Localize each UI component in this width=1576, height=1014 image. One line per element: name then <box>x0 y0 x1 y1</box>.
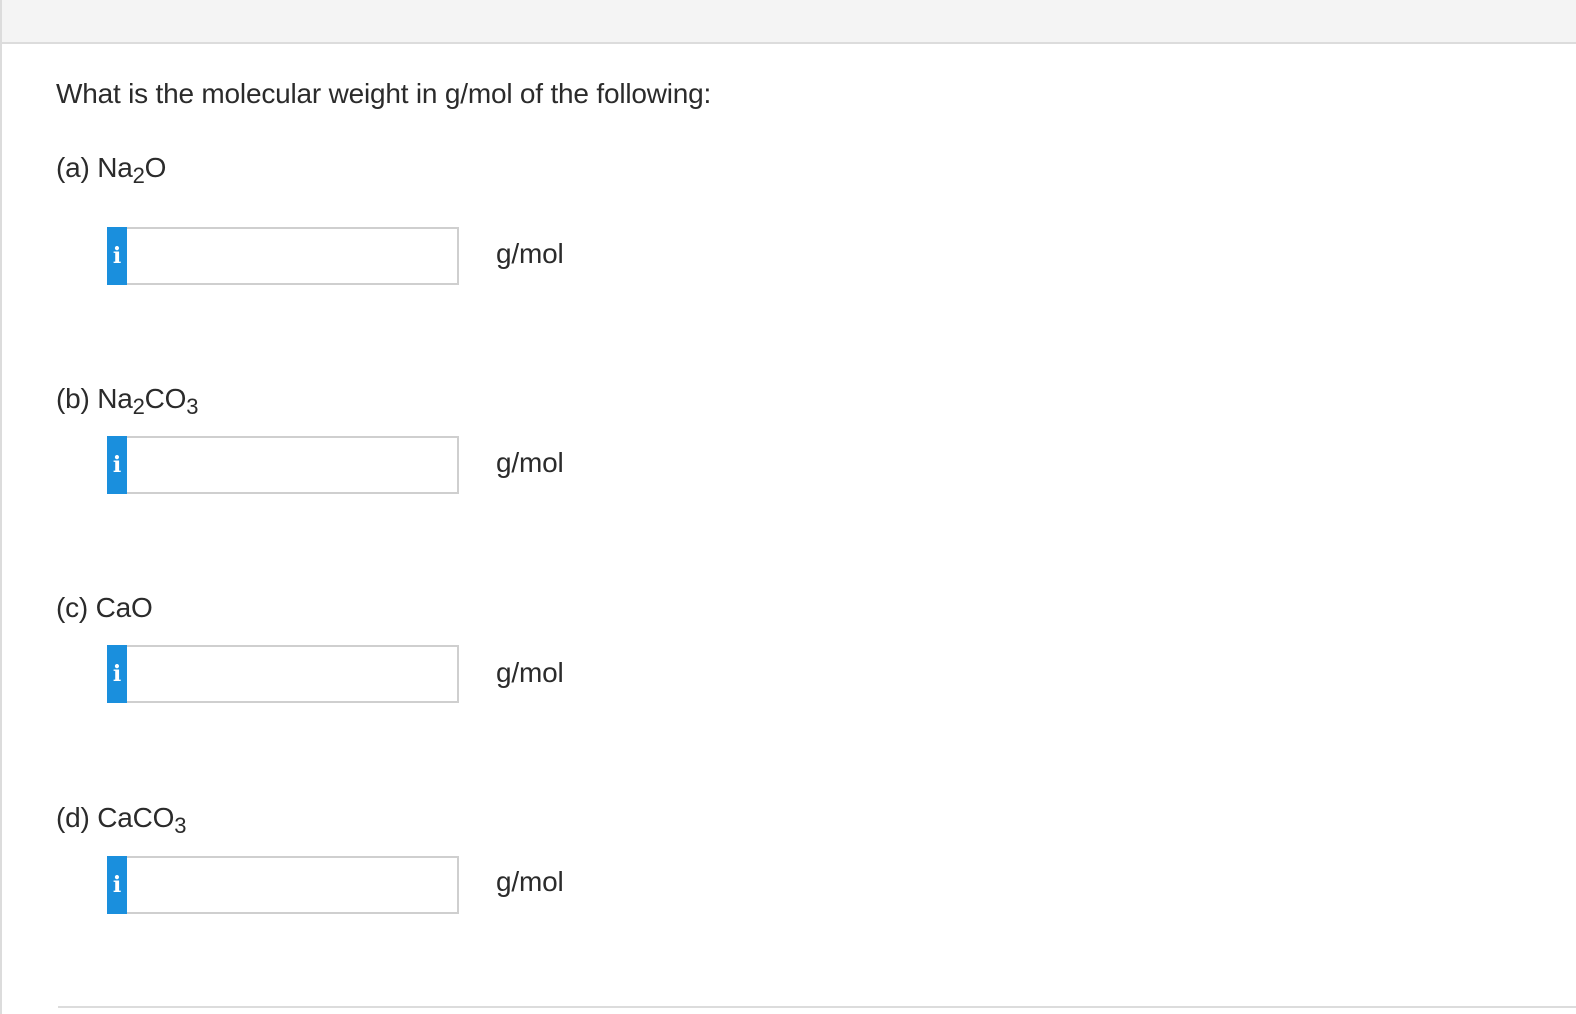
part-d-formula: CaCO3 <box>97 802 186 837</box>
bottom-divider <box>58 1006 1576 1008</box>
formula-subscript: 3 <box>186 394 199 419</box>
part-b-label: (b) Na2CO3 <box>56 383 199 418</box>
part-c-label: (c) CaO <box>56 592 153 624</box>
part-c-info-icon[interactable]: i <box>107 645 127 703</box>
part-d-prefix: (d) <box>56 802 98 833</box>
part-c-unit: g/mol <box>496 657 564 688</box>
part-c-prefix: (c) <box>56 592 96 623</box>
part-b-answer-box: i <box>107 436 459 494</box>
formula-text: CaCO <box>97 802 175 833</box>
formula-text: CaO <box>95 592 153 623</box>
part-d-unit: g/mol <box>496 866 564 897</box>
part-c-answer-box: i <box>107 645 459 703</box>
top-bar <box>0 0 1576 44</box>
part-b-formula: Na2CO3 <box>97 383 198 418</box>
formula-subscript: 2 <box>132 394 145 419</box>
part-d-label: (d) CaCO3 <box>56 802 186 837</box>
part-a-prefix: (a) <box>56 152 98 183</box>
part-b-unit: g/mol <box>496 447 564 478</box>
question-text: What is the molecular weight in g/mol of… <box>56 78 712 109</box>
part-b-prefix: (b) <box>56 383 98 414</box>
part-d-answer-input[interactable] <box>127 856 459 914</box>
part-a-answer-input[interactable] <box>127 227 459 285</box>
part-d-info-icon[interactable]: i <box>107 856 127 914</box>
left-divider <box>0 0 2 1014</box>
formula-text: O <box>144 152 167 183</box>
part-a-formula: Na2O <box>97 152 167 187</box>
formula-text: CO <box>144 383 187 414</box>
part-a-label: (a) Na2O <box>56 152 167 187</box>
formula-subscript: 3 <box>174 813 187 838</box>
part-b-info-icon[interactable]: i <box>107 436 127 494</box>
formula-text: Na <box>97 152 133 183</box>
part-a-answer-box: i <box>107 227 459 285</box>
part-b-answer-input[interactable] <box>127 436 459 494</box>
formula-text: Na <box>97 383 133 414</box>
part-c-answer-input[interactable] <box>127 645 459 703</box>
part-a-unit: g/mol <box>496 238 564 269</box>
formula-subscript: 2 <box>132 163 145 188</box>
part-d-answer-box: i <box>107 856 459 914</box>
part-a-info-icon[interactable]: i <box>107 227 127 285</box>
part-c-formula: CaO <box>96 592 153 623</box>
